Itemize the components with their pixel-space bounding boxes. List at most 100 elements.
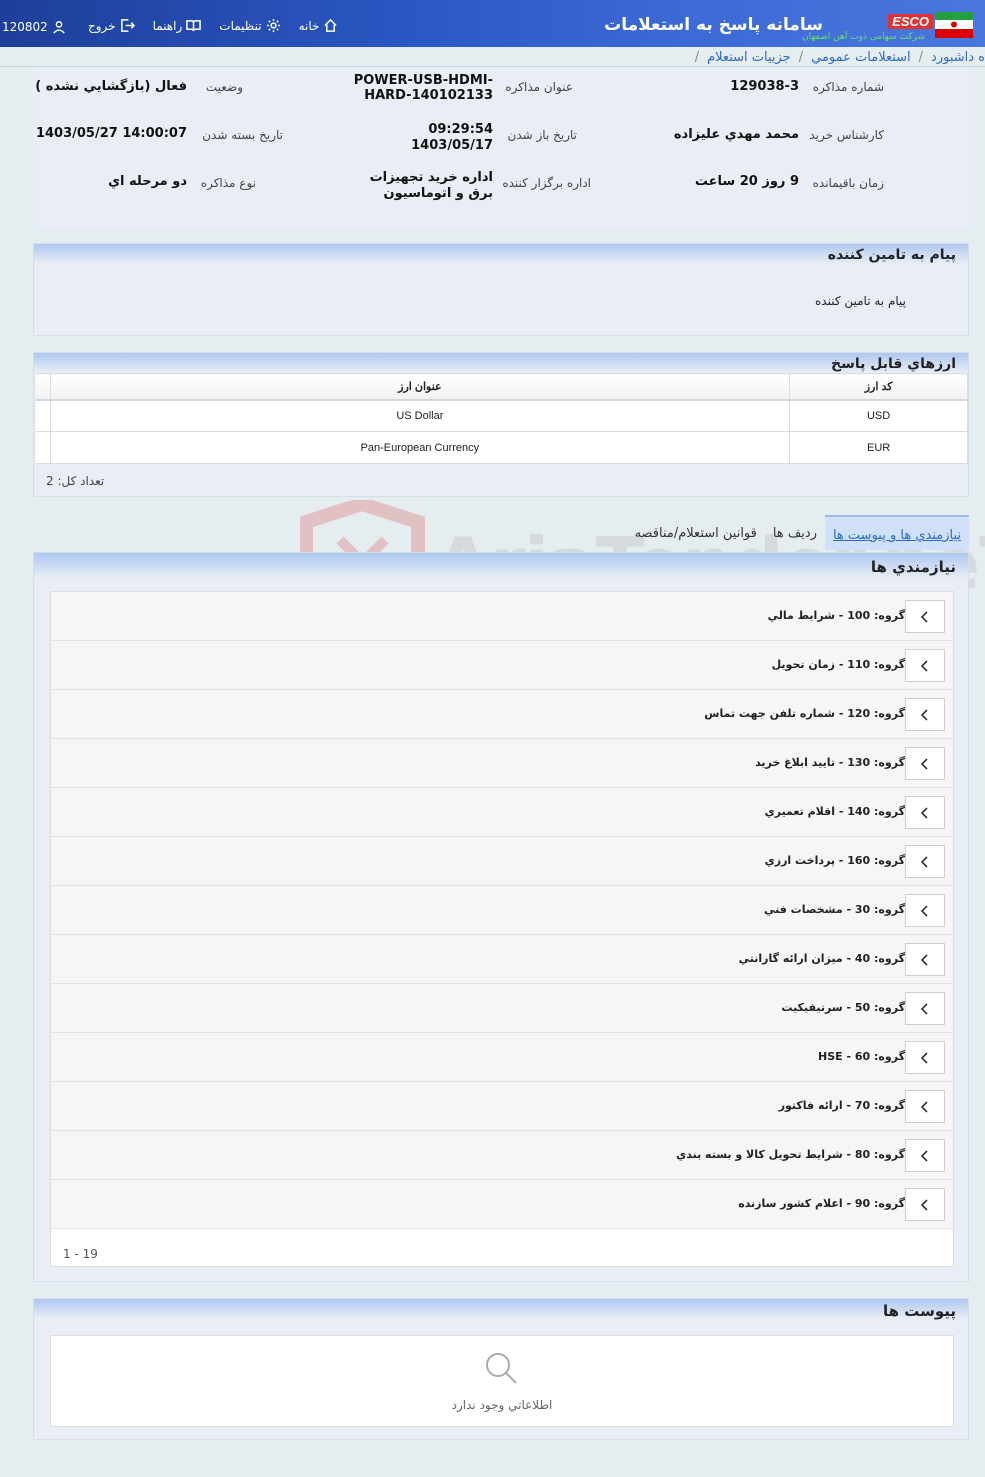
chevron-left-icon <box>920 1051 928 1064</box>
iran-flag-logo-icon <box>935 12 973 38</box>
currency-name-cell: Pan-European Currency <box>49 431 791 464</box>
expand-button[interactable] <box>905 600 945 633</box>
requirements-title: نيازمندي ها <box>34 553 968 579</box>
requirements-panel: نيازمندي ها گروه: 100 - شرايط مالي گروه:… <box>33 552 969 1282</box>
tab-rules[interactable]: قوانين استعلام/مناقصه <box>627 515 765 550</box>
attachments-empty-text: اطلاعاتي وجود ندارد <box>451 1398 553 1412</box>
table-row-spacer <box>36 431 51 464</box>
supplier-message-panel: پيام به تامين کننده پيام به تامين کننده <box>33 243 969 336</box>
list-item[interactable]: گروه: 60 - HSE <box>51 1033 953 1082</box>
supplier-message-text: پيام به تامين کننده <box>815 294 906 308</box>
list-item[interactable]: گروه: 120 - شماره تلفن جهت تماس <box>51 690 953 739</box>
close-date-label: تاريخ بسته شدن <box>202 128 283 142</box>
list-item[interactable]: گروه: 70 - ارائه فاکتور <box>51 1082 953 1131</box>
expand-button[interactable] <box>905 649 945 682</box>
list-item[interactable]: گروه: 100 - شرايط مالي <box>51 592 953 641</box>
expand-button[interactable] <box>905 747 945 780</box>
list-item[interactable]: گروه: 80 - شرايط تحويل کالا و بسته بندي <box>51 1131 953 1180</box>
chevron-left-icon <box>920 1100 928 1113</box>
user-icon <box>53 21 65 34</box>
currencies-count: تعداد کل: 2 <box>46 474 105 488</box>
currency-name-header[interactable]: عنوان ارز <box>49 373 791 401</box>
gear-icon <box>266 18 280 33</box>
nav-logout[interactable]: خروج <box>88 18 135 33</box>
chevron-left-icon <box>920 757 928 770</box>
list-item[interactable]: گروه: 50 - سرتيفيکيت <box>51 984 953 1033</box>
nav-settings[interactable]: تنظیمات <box>219 18 280 33</box>
group-label: گروه: 50 - سرتيفيکيت <box>781 1001 905 1014</box>
attachments-title: پيوست ها <box>34 1299 968 1320</box>
chevron-left-icon <box>920 708 928 721</box>
expand-button[interactable] <box>905 845 945 878</box>
user-menu[interactable]: 120802 <box>2 20 66 34</box>
expand-button[interactable] <box>905 992 945 1025</box>
list-item[interactable]: گروه: 30 - مشخصات فني <box>51 886 953 935</box>
list-item[interactable]: گروه: 40 - ميزان ارائه گارانتي <box>51 935 953 984</box>
currency-code-cell: EUR <box>789 431 968 464</box>
chevron-left-icon <box>920 855 928 868</box>
currencies-table: عنوان ارز کد ارز US Dollar USD Pan-Europ… <box>36 373 968 464</box>
group-label: گروه: 60 - HSE <box>817 1050 905 1063</box>
group-label: گروه: 70 - ارائه فاکتور <box>778 1099 905 1112</box>
nav-home[interactable]: خانه <box>299 18 339 33</box>
nav-guide[interactable]: راهنما <box>153 18 202 33</box>
group-label: گروه: 120 - شماره تلفن جهت تماس <box>704 707 905 720</box>
attachments-empty-box: اطلاعاتي وجود ندارد <box>50 1335 954 1427</box>
close-date-value: 1403/05/27 14:00:07 <box>35 126 187 141</box>
inquiry-title-label: عنوان مذاکره <box>505 80 573 94</box>
currency-code-cell: USD <box>789 399 968 432</box>
group-label: گروه: 80 - شرايط تحويل کالا و بسته بندي <box>676 1148 905 1161</box>
breadcrumb-separator: / <box>798 49 804 65</box>
tabs-bar: نيازمندي ها و پيوست ها رديف ها قوانين اس… <box>627 515 969 550</box>
app-title: سامانه پاسخ به استعلامات <box>604 15 823 35</box>
attachments-panel: پيوست ها اطلاعاتي وجود ندارد <box>33 1298 969 1440</box>
book-icon <box>186 20 202 32</box>
chevron-left-icon <box>920 1198 928 1211</box>
expand-button[interactable] <box>905 1188 945 1221</box>
list-item[interactable]: گروه: 90 - اعلام کشور سازنده <box>51 1180 953 1229</box>
currency-name-cell: US Dollar <box>49 399 791 432</box>
list-item[interactable]: گروه: 160 - پرداخت ارزي <box>51 837 953 886</box>
group-label: گروه: 100 - شرايط مالي <box>767 609 905 622</box>
logout-icon <box>120 19 135 32</box>
breadcrumb-inquiry-details[interactable]: جزييات استعلام <box>707 50 791 65</box>
inquiry-number-label: شماره مذاکره <box>812 80 884 94</box>
chevron-left-icon <box>920 806 928 819</box>
status-label: وضعيت <box>205 80 243 94</box>
organizer-value: اداره خريد تجهيزات برق و اتوماسيون <box>369 170 493 201</box>
list-item[interactable]: گروه: 140 - اقلام تعميري <box>51 788 953 837</box>
table-row[interactable]: Pan-European Currency EUR <box>36 431 968 464</box>
requirements-list: گروه: 100 - شرايط مالي گروه: 110 - زمان … <box>50 591 954 1267</box>
top-nav: خانه تنظیمات راهنما خروج <box>70 18 338 33</box>
group-label: گروه: 140 - اقلام تعميري <box>764 805 905 818</box>
table-header-spacer <box>36 373 51 401</box>
breadcrumb-separator: / <box>694 49 700 65</box>
buyer-value: محمد مهدي عليزاده <box>673 127 799 142</box>
expand-button[interactable] <box>905 943 945 976</box>
list-item[interactable]: گروه: 110 - زمان تحويل <box>51 641 953 690</box>
group-label: گروه: 130 - تاييد ابلاغ خريد <box>755 756 905 769</box>
inquiry-type-value: دو مرحله اي <box>108 174 187 189</box>
expand-button[interactable] <box>905 894 945 927</box>
remaining-time-value: 9 روز 20 ساعت <box>694 174 799 189</box>
tab-rows[interactable]: رديف ها <box>765 515 825 550</box>
pager-info: 1 - 19 <box>63 1247 98 1261</box>
chevron-left-icon <box>920 904 928 917</box>
expand-button[interactable] <box>905 698 945 731</box>
tab-requirements[interactable]: نيازمندي ها و پيوست ها <box>824 515 969 550</box>
currency-code-header[interactable]: کد ارز <box>789 373 968 401</box>
table-row[interactable]: US Dollar USD <box>36 399 968 432</box>
chevron-left-icon <box>920 953 928 966</box>
breadcrumb-public-inquiries[interactable]: استعلامات عمومي <box>811 50 911 65</box>
group-label: گروه: 30 - مشخصات فني <box>764 903 905 916</box>
expand-button[interactable] <box>905 1090 945 1123</box>
group-label: گروه: 160 - پرداخت ارزي <box>764 854 905 867</box>
list-item[interactable]: گروه: 130 - تاييد ابلاغ خريد <box>51 739 953 788</box>
remaining-time-label: زمان باقيمانده <box>812 176 884 190</box>
breadcrumb-dashboard[interactable]: ه داشبورد <box>931 50 985 65</box>
inquiry-info-panel: شماره مذاکره 129038-3 کارشناس خريد محمد … <box>33 67 969 228</box>
buyer-label: کارشناس خريد <box>809 128 884 142</box>
expand-button[interactable] <box>905 1041 945 1074</box>
expand-button[interactable] <box>905 796 945 829</box>
expand-button[interactable] <box>905 1139 945 1172</box>
